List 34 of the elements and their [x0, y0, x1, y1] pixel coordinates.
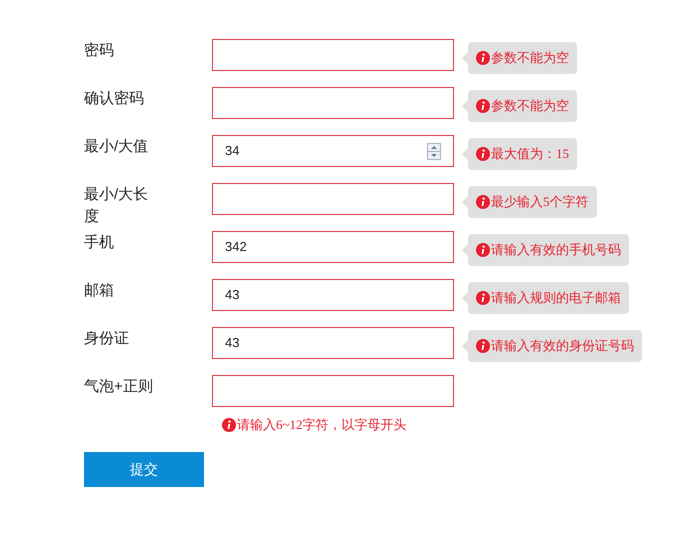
field-label: 气泡+正则	[84, 377, 154, 397]
field-label: 身份证	[84, 329, 130, 349]
info-icon	[476, 51, 490, 65]
input-field[interactable]	[212, 39, 454, 71]
info-icon	[476, 339, 490, 353]
field-label: 确认密码	[84, 89, 145, 109]
input-field[interactable]: 43	[212, 279, 454, 311]
error-message: 最大值为：15	[491, 145, 569, 164]
spinner-icon[interactable]	[427, 142, 441, 160]
input-field[interactable]: 342	[212, 231, 454, 263]
input-field[interactable]: 43	[212, 327, 454, 359]
error-message: 请输入有效的手机号码	[491, 241, 621, 260]
submit-button[interactable]: 提交	[84, 452, 204, 487]
error-message: 请输入规则的电子邮箱	[491, 289, 621, 308]
input-field[interactable]	[212, 87, 454, 119]
info-icon	[476, 243, 490, 257]
input-field[interactable]	[212, 183, 454, 215]
error-message: 最少输入5个字符	[491, 193, 588, 212]
field-label: 最小/大值	[84, 137, 150, 157]
info-icon	[476, 291, 490, 305]
field-label: 密码	[84, 41, 115, 61]
info-icon	[476, 99, 490, 113]
field-label: 手机	[84, 233, 115, 253]
info-icon	[476, 147, 490, 161]
error-message: 请输入6~12字符，以字母开头	[237, 416, 407, 434]
input-field[interactable]: 34	[212, 135, 454, 167]
info-icon	[222, 418, 236, 432]
input-field[interactable]	[212, 375, 454, 407]
field-label: 邮箱	[84, 281, 115, 301]
field-label: 最小/大长度	[84, 185, 150, 227]
info-icon	[476, 195, 490, 209]
error-message: 参数不能为空	[491, 97, 569, 116]
error-message: 请输入有效的身份证号码	[491, 337, 634, 356]
error-message: 参数不能为空	[491, 49, 569, 68]
